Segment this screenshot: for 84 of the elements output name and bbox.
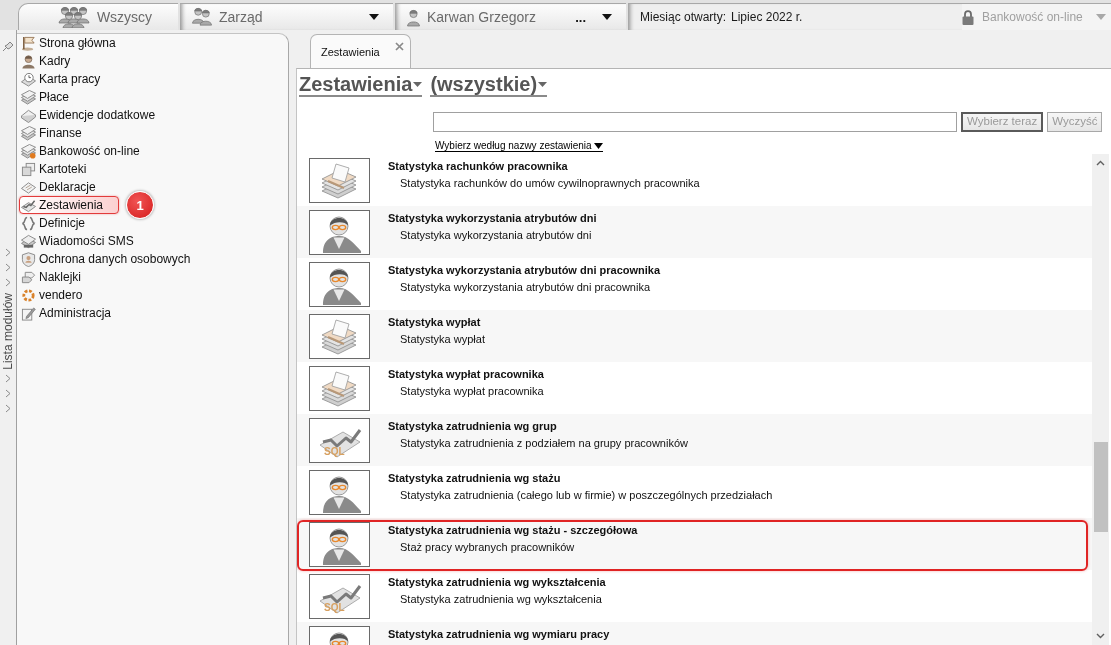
module-item[interactable]: Finanse — [19, 124, 98, 142]
clock-icon — [21, 71, 36, 87]
stack-icon — [21, 89, 36, 105]
report-description: Statystyka zatrudnienia (całego lub w firmie) w poszczególnych przedziałach — [399, 488, 773, 502]
report-title: Statystyka zatrudnienia wg wykształcenia — [388, 575, 606, 589]
filter-tab[interactable]: Wszyscy — [18, 3, 178, 30]
report-description: Statystyka wykorzystania atrybutów dni pracownika — [399, 280, 652, 294]
filter-dropdown[interactable]: (wszystkie) — [430, 73, 548, 97]
report-row[interactable]: Statystyka wykorzystania atrybutów dni Statystyka wykorzystania atrybutów dni — [297, 206, 1092, 258]
caret-down-icon[interactable] — [602, 14, 612, 20]
report-description: Statystyka zatrudnienia wg wykształcenia — [399, 592, 603, 606]
caret-down-icon — [413, 81, 423, 87]
report-description: Statystyka rachunków do umów cywilnoprawnych pracownika — [399, 176, 700, 190]
close-icon[interactable] — [395, 42, 404, 51]
module-item[interactable]: Administracja — [19, 304, 128, 322]
person-icon — [406, 7, 421, 27]
module-item[interactable]: Karta pracy — [19, 70, 117, 88]
more-button[interactable]: ... — [575, 9, 586, 25]
module-item[interactable]: vendero — [19, 286, 99, 304]
tile-icon — [21, 107, 36, 123]
filter-tab[interactable]: Karwan Grzegorz ... — [395, 3, 626, 30]
filter-tab[interactable]: Zarząd — [180, 3, 393, 30]
sidebar-title: Lista modułów — [1, 293, 15, 370]
tags-icon — [21, 269, 36, 285]
caret-down-icon[interactable] — [369, 14, 379, 20]
report-description: Statystyka wykorzystania atrybutów dni — [399, 228, 593, 242]
report-row[interactable]: Statystyka zatrudnienia wg wymiaru pracy — [297, 622, 1092, 645]
report-row[interactable]: SQL Statystyka zatrudnienia wg grup Statystyka zatrudnienia z podziałem na grupy pracowników — [297, 414, 1092, 466]
report-description: Statystyka wypłat — [399, 332, 485, 346]
report-row[interactable]: Statystyka wypłat Statystyka wypłat — [297, 310, 1092, 362]
stack-icon — [21, 143, 36, 159]
form-icon — [21, 179, 36, 195]
shield-icon — [21, 251, 36, 267]
module-item[interactable]: Strona główna — [19, 34, 132, 52]
module-item[interactable]: Naklejki — [19, 268, 97, 286]
report-description: Statystyka wypłat pracownika — [399, 384, 544, 398]
callout-badge: 1 — [126, 191, 155, 219]
category-dropdown[interactable]: Zestawienia — [299, 73, 423, 97]
module-item[interactable]: Ochrona danych osobowych — [19, 250, 207, 268]
layers-icon — [21, 233, 36, 249]
person-icon — [21, 53, 36, 69]
report-title: Statystyka zatrudnienia wg wymiaru pracy — [388, 627, 610, 641]
open-month-label: Miesiąc otwarty: — [640, 10, 727, 24]
module-item[interactable]: Płace — [19, 88, 86, 106]
module-item[interactable]: Wiadomości SMS — [19, 232, 150, 250]
flag-icon — [21, 35, 36, 51]
ring-icon — [21, 287, 36, 303]
module-item[interactable]: Definicje — [19, 214, 102, 232]
report-title: Statystyka wypłat — [388, 315, 482, 329]
scrollbar[interactable] — [1092, 154, 1109, 645]
module-item[interactable]: Kartoteki — [19, 160, 103, 178]
module-item[interactable]: Bankowość on-line — [19, 142, 156, 160]
module-item[interactable]: Kadry — [19, 52, 87, 70]
search-field[interactable] — [433, 112, 957, 132]
report-title: Statystyka zatrudnienia wg stażu — [388, 471, 562, 485]
notepad-icon — [21, 305, 36, 321]
document-tab[interactable]: Zestawienia — [310, 34, 411, 69]
search-mode-link[interactable]: Wybierz według nazwy zestawienia — [435, 140, 603, 152]
caret-down-icon — [538, 81, 548, 87]
report-title: Statystyka zatrudnienia wg grup — [388, 419, 558, 433]
lock-icon — [962, 9, 974, 25]
cards-icon — [21, 161, 36, 177]
report-row[interactable]: Statystyka zatrudnienia wg stażu - szczegółowa Staż pracy wybranych pracowników — [297, 518, 1092, 570]
sql-label: SQL — [324, 603, 345, 613]
chevron-up-icon[interactable] — [1096, 160, 1105, 166]
module-item[interactable]: Deklaracje — [19, 178, 112, 196]
stack-icon — [21, 125, 36, 141]
report-title: Statystyka zatrudnienia wg stażu - szczegółowa — [388, 523, 638, 537]
report-description: Staż pracy wybranych pracowników — [399, 540, 576, 554]
braces-icon — [21, 215, 36, 231]
module-item[interactable]: Ewidencje dodatkowe — [19, 106, 172, 124]
report-description: Statystyka zatrudnienia z podziałem na grupy pracowników — [399, 436, 688, 450]
chevron-down-icon[interactable] — [1096, 633, 1105, 639]
sql-label: SQL — [324, 447, 345, 457]
report-title: Statystyka wykorzystania atrybutów dni pracownika — [388, 263, 661, 277]
pin-icon[interactable] — [2, 41, 14, 52]
module-item[interactable]: Zestawienia — [19, 196, 120, 214]
caret-down-icon — [593, 142, 603, 149]
scrollbar-thumb[interactable] — [1093, 442, 1108, 532]
open-month-value: Lipiec 2022 r. — [731, 10, 803, 24]
people-icon — [191, 6, 213, 28]
report-title: Statystyka wypłat pracownika — [388, 367, 544, 381]
report-title: Statystyka rachunków pracownika — [388, 159, 569, 173]
report-title: Statystyka wykorzystania atrybutów dni — [388, 211, 597, 225]
